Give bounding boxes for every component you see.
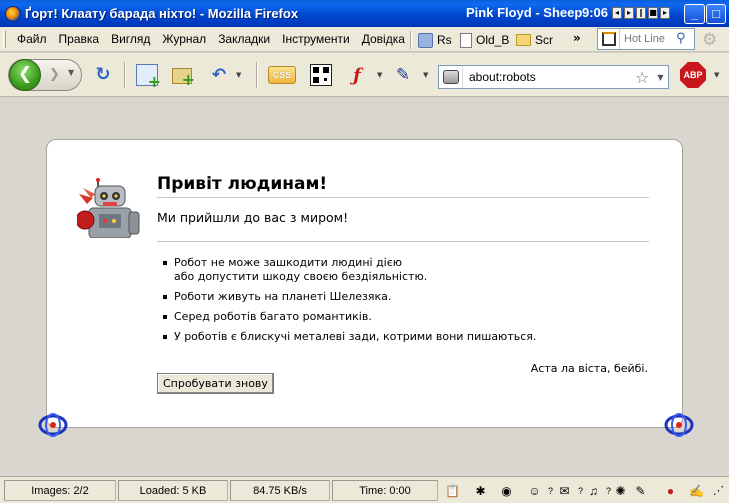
status-images: Images: 2/2 <box>4 480 116 501</box>
media-play-icon[interactable]: ▸ <box>624 7 634 19</box>
adblock-button[interactable]: ABP <box>680 62 706 88</box>
menu-history[interactable]: Журнал <box>156 32 212 46</box>
list-item: Роботи живуть на планеті Шелезяка. <box>162 290 642 304</box>
page-subtitle: Ми прийшли до вас з миром! <box>157 210 349 225</box>
css-icon[interactable]: CSS <box>268 66 296 84</box>
media-pause-icon[interactable]: ‖ <box>636 7 646 19</box>
document-icon <box>460 32 472 48</box>
hotline-search[interactable]: Hot Line ⚲ <box>597 28 695 50</box>
user-icon[interactable]: ☺ <box>526 482 543 499</box>
status-bar: Images: 2/2 Loaded: 5 KB 84.75 KB/s Time… <box>0 476 729 503</box>
bookmark-scr[interactable]: Scr <box>516 31 553 49</box>
url-bar[interactable]: ☆ ▼ <box>438 65 669 89</box>
bookmark-label: Old_B <box>476 33 510 47</box>
url-dropdown-icon[interactable]: ▼ <box>657 73 663 82</box>
flash-block-icon[interactable]: ƒ <box>346 64 368 86</box>
shield-icon <box>664 413 694 437</box>
pen-dropdown-icon[interactable]: ▼ <box>423 71 428 79</box>
pencil-icon[interactable]: ✎ <box>632 482 649 499</box>
menu-bookmarks[interactable]: Закладки <box>212 32 276 46</box>
law-text: Робот не може зашкодити людині дією <box>174 256 403 269</box>
new-folder-icon[interactable] <box>172 68 195 89</box>
window-titlebar: Ґорт! Клаату барада ніхто! - Mozilla Fir… <box>0 0 729 27</box>
resize-grip-icon[interactable]: ⋰ <box>710 482 727 499</box>
undo-dropdown-icon[interactable]: ▼ <box>236 71 241 79</box>
url-input[interactable] <box>463 70 633 84</box>
divider <box>157 241 649 242</box>
list-item: Робот не може зашкодити людині дією або … <box>162 256 642 284</box>
law-text-continued: або допустити шкоду своєю бездіяльністю. <box>174 270 428 283</box>
list-item: Серед роботів багато романтиків. <box>162 310 642 324</box>
back-arrow-icon[interactable]: ❮ <box>9 59 41 91</box>
clipboard-icon[interactable]: 📋 <box>444 482 461 499</box>
menu-view[interactable]: Вигляд <box>105 32 156 46</box>
farewell-text: Аста ла віста, бейбі. <box>530 362 648 375</box>
list-item: У роботів є блискучі металеві зади, котр… <box>162 330 642 344</box>
toolbar-separator <box>124 62 126 88</box>
robots-panel: Привіт людинам! Ми прийшли до вас з миро… <box>46 139 683 428</box>
media-next-icon[interactable]: ▸ <box>660 7 670 19</box>
edit-icon[interactable]: ✍ <box>688 482 705 499</box>
status-loaded: Loaded: 5 KB <box>118 480 228 501</box>
spinner-icon[interactable]: ✺ <box>612 482 629 499</box>
bookmark-label: Scr <box>535 33 553 47</box>
bookmark-label: Rs <box>437 33 452 47</box>
firefox-status-icon[interactable]: ◉ <box>498 482 515 499</box>
maximize-button[interactable]: □ <box>706 4 726 24</box>
now-playing-text: Pink Floyd - Sheep <box>466 5 583 20</box>
status-speed: 84.75 KB/s <box>230 480 330 501</box>
minimize-button[interactable]: _ <box>684 4 705 24</box>
search-icon[interactable]: ⚲ <box>676 31 692 47</box>
media-stop-icon[interactable]: ■ <box>648 7 658 19</box>
menu-tools[interactable]: Інструменти <box>276 32 356 46</box>
robot-laws-list: Робот не може зашкодити людині дією або … <box>162 256 642 350</box>
shield-icon <box>38 413 68 437</box>
folder-icon <box>516 34 531 46</box>
media-prev-icon[interactable]: ◂ <box>612 7 622 19</box>
qr-code-icon[interactable] <box>310 64 332 86</box>
pen-icon[interactable]: ✎ <box>392 64 414 86</box>
gear-icon[interactable]: ⚙ <box>702 30 717 50</box>
menu-file[interactable]: Файл <box>11 32 53 46</box>
try-again-button[interactable]: Спробувати знову <box>157 373 274 394</box>
bookmarks-overflow-chevron[interactable]: » <box>573 31 581 45</box>
bug-icon[interactable]: ✱ <box>472 482 489 499</box>
adblock-dropdown-icon[interactable]: ▼ <box>714 71 719 79</box>
forward-arrow-icon[interactable]: ❯ <box>49 66 65 84</box>
undo-icon[interactable]: ↶ <box>208 64 230 86</box>
ladybug-icon[interactable]: ● <box>662 482 679 499</box>
menu-separator <box>410 31 412 49</box>
bookmark-rs[interactable]: Rs <box>418 31 452 49</box>
robot-icon <box>77 178 140 238</box>
hotline-logo-icon[interactable] <box>598 29 620 49</box>
hotline-search-input[interactable]: Hot Line <box>620 33 676 45</box>
clock: 9:06 <box>582 5 609 20</box>
firefox-icon[interactable] <box>5 5 21 22</box>
history-dropdown-icon[interactable]: ▼ <box>68 68 74 77</box>
menu-edit[interactable]: Правка <box>53 32 106 46</box>
page-content: Привіт людинам! Ми прийшли до вас з миро… <box>0 98 729 476</box>
reload-icon[interactable]: ↻ <box>93 65 113 85</box>
navigation-toolbar: ❮ ❯ ▼ ↻ ↶ ▼ CSS ƒ ▼ ✎ ▼ ☆ ▼ ABP ▼ <box>0 53 729 97</box>
toolbar-grip[interactable] <box>3 30 6 48</box>
mail-icon[interactable]: ✉ <box>556 482 573 499</box>
menu-help[interactable]: Довідка <box>356 32 411 46</box>
rss-icon <box>418 32 433 48</box>
window-title: Ґорт! Клаату барада ніхто! - Mozilla Fir… <box>25 6 299 21</box>
site-identity-icon[interactable] <box>439 66 463 88</box>
new-tab-icon[interactable] <box>136 64 161 91</box>
bookmark-old-b[interactable]: Old_B <box>460 31 509 49</box>
toolbar-separator <box>256 62 258 88</box>
flash-dropdown-icon[interactable]: ▼ <box>377 71 382 79</box>
page-title: Привіт людинам! <box>157 174 649 198</box>
star-icon[interactable]: ☆ <box>635 68 649 87</box>
status-time: Time: 0:00 <box>332 480 438 501</box>
